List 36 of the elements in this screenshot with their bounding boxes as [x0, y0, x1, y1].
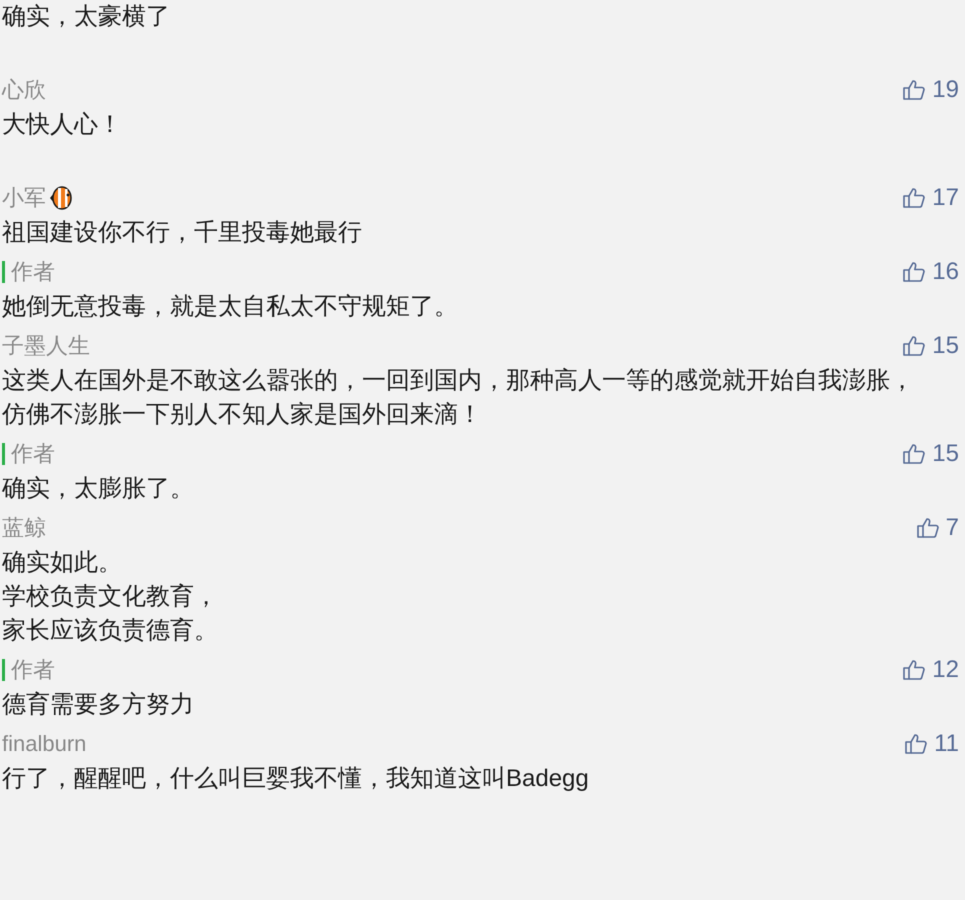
- comment-text: 确实如此。 学校负责文化教育， 家长应该负责德育。: [2, 548, 219, 646]
- thumbs-up-icon: [916, 516, 940, 540]
- thumbs-up-icon: [902, 442, 926, 466]
- comment-text: 行了，醒醒吧，什么叫巨婴我不懂，我知道这叫Badegg: [2, 764, 590, 794]
- author-marker: [2, 261, 5, 283]
- comment-text: 这类人在国外是不敢这么嚣张的，一回到国内，那种高人一等的感觉就开始自我澎胀， 仿佛不澎胀一下别人不知人家是国外回来滴！: [2, 366, 915, 430]
- commenter-name: 作者: [11, 656, 55, 684]
- like-button[interactable]: 7: [916, 514, 965, 542]
- author-marker: [2, 443, 5, 465]
- comment-text: 确实，太膨胀了。: [2, 474, 195, 504]
- thumbs-up-icon: [902, 186, 926, 210]
- thumbs-up-icon: [902, 658, 926, 682]
- like-button[interactable]: 15: [902, 440, 965, 468]
- commenter-name: 作者: [11, 440, 55, 468]
- commenter-name: 作者: [11, 258, 55, 286]
- commenter-name: 蓝鲸: [2, 514, 46, 542]
- author-marker: [2, 659, 5, 681]
- commenter-name: finalburn: [2, 731, 86, 757]
- thumbs-up-icon: [902, 334, 926, 358]
- thumbs-up-icon: [902, 260, 926, 284]
- comment-text: 大快人心！: [2, 110, 123, 140]
- like-button[interactable]: 15: [902, 332, 965, 360]
- like-button[interactable]: 12: [902, 656, 965, 684]
- comment-text: 祖国建设你不行，千里投毒她最行: [2, 218, 363, 248]
- comment-text: 她倒无意投毒，就是太自私太不守规矩了。: [2, 292, 459, 322]
- like-button[interactable]: 17: [902, 184, 965, 212]
- like-button[interactable]: 16: [902, 258, 965, 286]
- thumbs-up-icon: [904, 732, 928, 756]
- commenter-name: 心欣: [2, 76, 46, 104]
- commenter-name: 子墨人生: [2, 332, 90, 360]
- comment-text: 德育需要多方努力: [2, 690, 195, 720]
- commenter-name: 小军: [2, 184, 46, 212]
- like-button[interactable]: 19: [902, 76, 965, 104]
- comment-text: 确实，太豪横了: [2, 2, 171, 32]
- like-button[interactable]: 11: [904, 730, 965, 758]
- thumbs-up-icon: [902, 78, 926, 102]
